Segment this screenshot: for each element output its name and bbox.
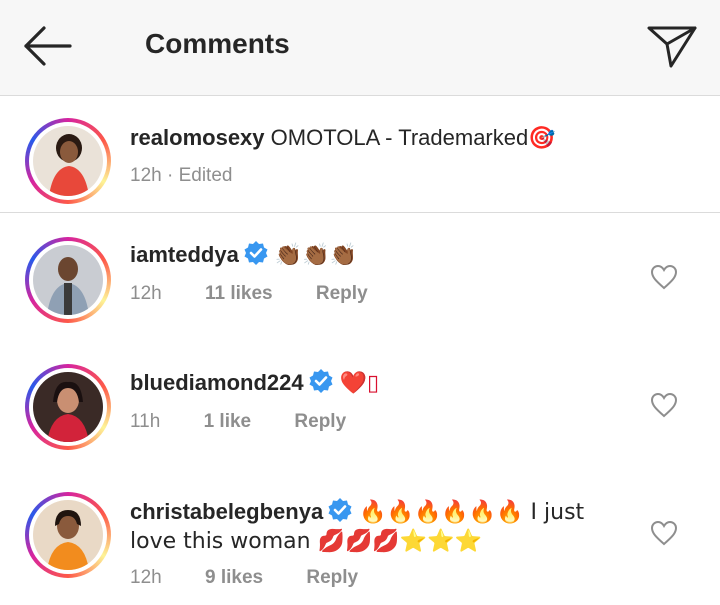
- comment-meta: 12h 9 likes Reply: [130, 567, 396, 589]
- verified-badge-icon: [309, 369, 333, 393]
- heart-outline-icon[interactable]: [650, 520, 678, 546]
- avatar: [33, 372, 103, 442]
- comment-username[interactable]: christabelegbenya: [130, 499, 323, 524]
- caption-row: realomosexy OMOTOLA - Trademarked🎯 12h ·…: [0, 96, 720, 213]
- caption-meta: 12h · Edited: [130, 165, 233, 186]
- verified-badge-icon: [328, 498, 352, 522]
- caption-body: OMOTOLA - Trademarked🎯: [270, 125, 556, 150]
- avatar: [33, 245, 103, 315]
- comment-username[interactable]: iamteddya: [130, 242, 239, 267]
- verified-badge-icon: [244, 241, 268, 265]
- share-button[interactable]: [645, 22, 699, 70]
- avatar: [33, 500, 103, 570]
- comment-body: 👏🏾👏🏾👏🏾: [274, 243, 358, 268]
- comment-text: bluediamond224 ❤️▯: [130, 368, 379, 398]
- reply-button[interactable]: Reply: [294, 411, 346, 432]
- comment-meta: 12h 11 likes Reply: [130, 283, 406, 305]
- comment-likes[interactable]: 1 like: [204, 411, 252, 432]
- comment-time: 12h: [130, 567, 162, 588]
- heart-outline-icon[interactable]: [650, 392, 678, 418]
- paper-plane-icon: [647, 26, 697, 68]
- reply-button[interactable]: Reply: [306, 567, 358, 588]
- avatar: [33, 126, 103, 196]
- comment-time: 11h: [130, 411, 161, 432]
- comment-time: 12h: [130, 283, 162, 304]
- comment-text: iamteddya 👏🏾👏🏾👏🏾: [130, 240, 357, 270]
- back-button[interactable]: [20, 22, 76, 70]
- comment-body: ❤️▯: [339, 371, 380, 396]
- comment-text: christabelegbenya 🔥🔥🔥🔥🔥🔥 I just love thi…: [130, 497, 584, 556]
- comment-body-line2: love this woman 💋💋💋⭐⭐⭐: [130, 529, 482, 554]
- avatar-ring[interactable]: [25, 237, 111, 323]
- caption-username[interactable]: realomosexy: [130, 125, 265, 150]
- comment-username[interactable]: bluediamond224: [130, 370, 304, 395]
- reply-button[interactable]: Reply: [316, 283, 368, 304]
- arrow-left-icon: [24, 26, 72, 66]
- avatar-ring[interactable]: [25, 118, 111, 204]
- top-bar: Comments: [0, 0, 720, 96]
- comment-meta: 11h 1 like Reply: [130, 411, 384, 433]
- caption-text: realomosexy OMOTOLA - Trademarked🎯: [130, 124, 556, 152]
- avatar-ring[interactable]: [25, 492, 111, 578]
- comment-likes[interactable]: 11 likes: [205, 283, 273, 304]
- comment-body-line1: 🔥🔥🔥🔥🔥🔥 I just: [359, 500, 585, 525]
- page-title: Comments: [145, 28, 290, 59]
- avatar-ring[interactable]: [25, 364, 111, 450]
- comment-likes[interactable]: 9 likes: [205, 567, 263, 588]
- heart-outline-icon[interactable]: [650, 264, 678, 290]
